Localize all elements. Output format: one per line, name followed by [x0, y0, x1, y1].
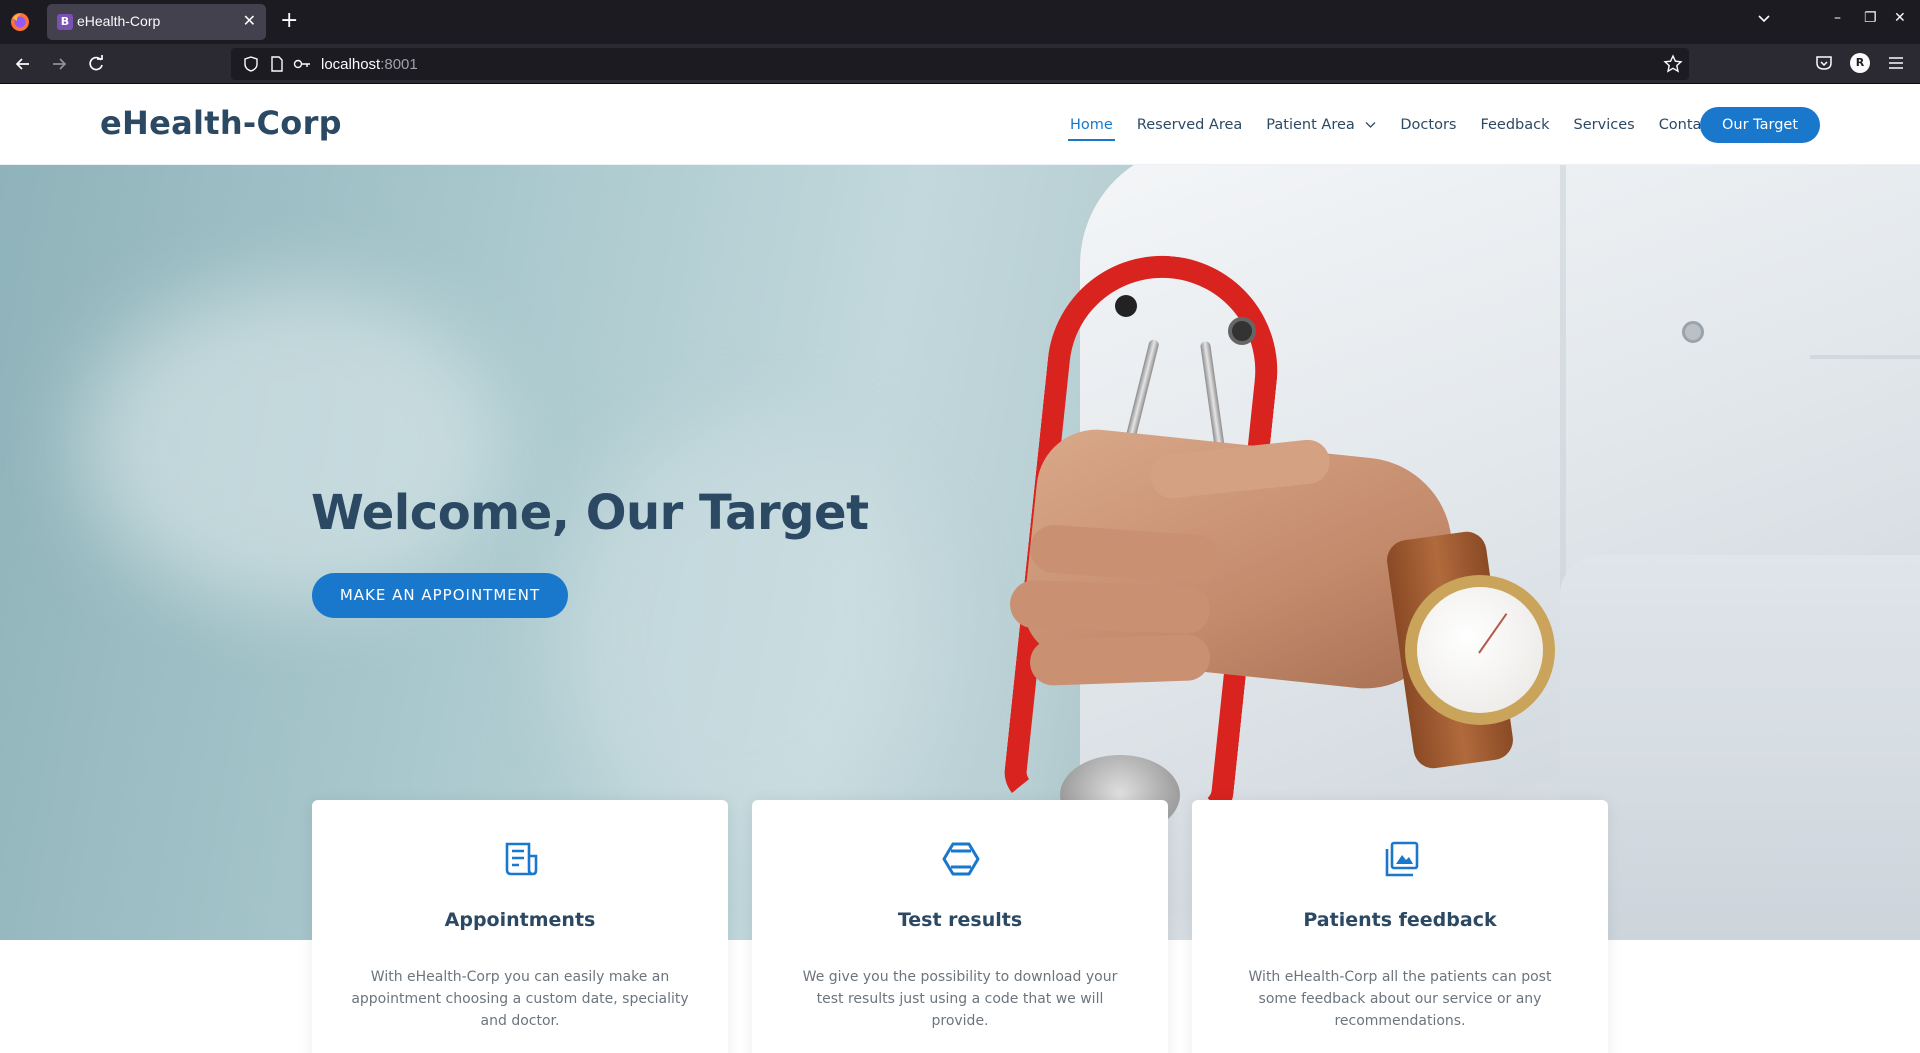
- stethoscope-earpiece-shape: [1115, 295, 1137, 317]
- our-target-button[interactable]: Our Target: [1700, 107, 1820, 143]
- key-icon[interactable]: [293, 56, 311, 72]
- stethoscope-earpiece-shape: [1228, 317, 1256, 345]
- forward-arrow-icon[interactable]: [48, 53, 70, 75]
- chevron-down-icon: [1365, 121, 1376, 128]
- nav-doctors[interactable]: Doctors: [1400, 117, 1456, 133]
- browser-tab-active[interactable]: B eHealth-Corp ✕: [47, 4, 266, 40]
- hamburger-menu-icon[interactable]: [1886, 53, 1906, 73]
- make-appointment-button[interactable]: MAKE AN APPOINTMENT: [312, 573, 568, 618]
- card-text: With eHealth-Corp you can easily make an…: [351, 969, 689, 1029]
- browser-nav-bar: localhost:8001 R: [0, 44, 1920, 84]
- service-card-appointments[interactable]: Appointments With eHealth-Corp you can e…: [312, 800, 728, 1053]
- tab-list-chevron-icon[interactable]: [1757, 12, 1771, 26]
- hexagon-icon: [942, 842, 980, 876]
- nav-patient-area[interactable]: Patient Area: [1266, 117, 1376, 133]
- firefox-logo-icon[interactable]: [10, 12, 30, 32]
- bookmark-star-icon[interactable]: [1663, 54, 1683, 74]
- site-header: eHealth-Corp Home Reserved Area Patient …: [0, 84, 1920, 165]
- url-bar[interactable]: localhost:8001: [231, 48, 1689, 80]
- hero-title: Welcome, Our Target: [311, 485, 869, 541]
- shield-icon[interactable]: [243, 56, 259, 72]
- url-port: :8001: [380, 56, 418, 73]
- url-text[interactable]: localhost:8001: [321, 56, 418, 73]
- nav-reserved-area[interactable]: Reserved Area: [1137, 117, 1242, 133]
- tab-favicon-icon: B: [57, 14, 73, 30]
- card-text: With eHealth-Corp all the patients can p…: [1248, 969, 1552, 1029]
- card-title: Appointments: [444, 909, 596, 931]
- account-avatar-icon[interactable]: R: [1850, 53, 1870, 73]
- nav-home[interactable]: Home: [1068, 117, 1115, 141]
- service-card-patients-feedback[interactable]: Patients feedback With eHealth-Corp all …: [1192, 800, 1608, 1053]
- reload-icon[interactable]: [85, 53, 107, 75]
- document-icon: [505, 842, 538, 876]
- window-minimize-icon[interactable]: –: [1834, 10, 1841, 26]
- pocket-icon[interactable]: [1814, 53, 1834, 73]
- finger-shape: [1009, 579, 1211, 635]
- card-title: Test results: [897, 909, 1023, 931]
- back-arrow-icon[interactable]: [12, 53, 34, 75]
- service-card-test-results[interactable]: Test results We give you the possibility…: [752, 800, 1168, 1053]
- coat-button-shape: [1682, 321, 1704, 343]
- card-text: We give you the possibility to download …: [802, 969, 1118, 1029]
- images-icon: [1385, 841, 1419, 877]
- tab-close-icon[interactable]: ✕: [243, 11, 256, 31]
- nav-feedback[interactable]: Feedback: [1480, 117, 1549, 133]
- tab-title: eHealth-Corp: [77, 13, 161, 29]
- url-host: localhost: [321, 56, 381, 73]
- finger-shape: [1029, 633, 1211, 687]
- nav-patient-area-label: Patient Area: [1266, 116, 1355, 133]
- hero-background-haze: [80, 285, 500, 605]
- card-title: Patients feedback: [1303, 909, 1497, 931]
- new-tab-plus-icon[interactable]: +: [280, 10, 298, 32]
- coat-pocket-shape: [1810, 355, 1920, 359]
- window-close-icon[interactable]: ✕: [1894, 10, 1906, 26]
- browser-tab-bar: B eHealth-Corp ✕ + – ❐ ✕: [0, 0, 1920, 44]
- main-nav: Home Reserved Area Patient Area Doctors …: [1068, 84, 1739, 165]
- sleeve-shape: [1560, 555, 1920, 940]
- page-icon[interactable]: [269, 56, 285, 72]
- window-restore-icon[interactable]: ❐: [1864, 10, 1877, 26]
- nav-services[interactable]: Services: [1574, 117, 1635, 133]
- site-logo[interactable]: eHealth-Corp: [100, 104, 342, 142]
